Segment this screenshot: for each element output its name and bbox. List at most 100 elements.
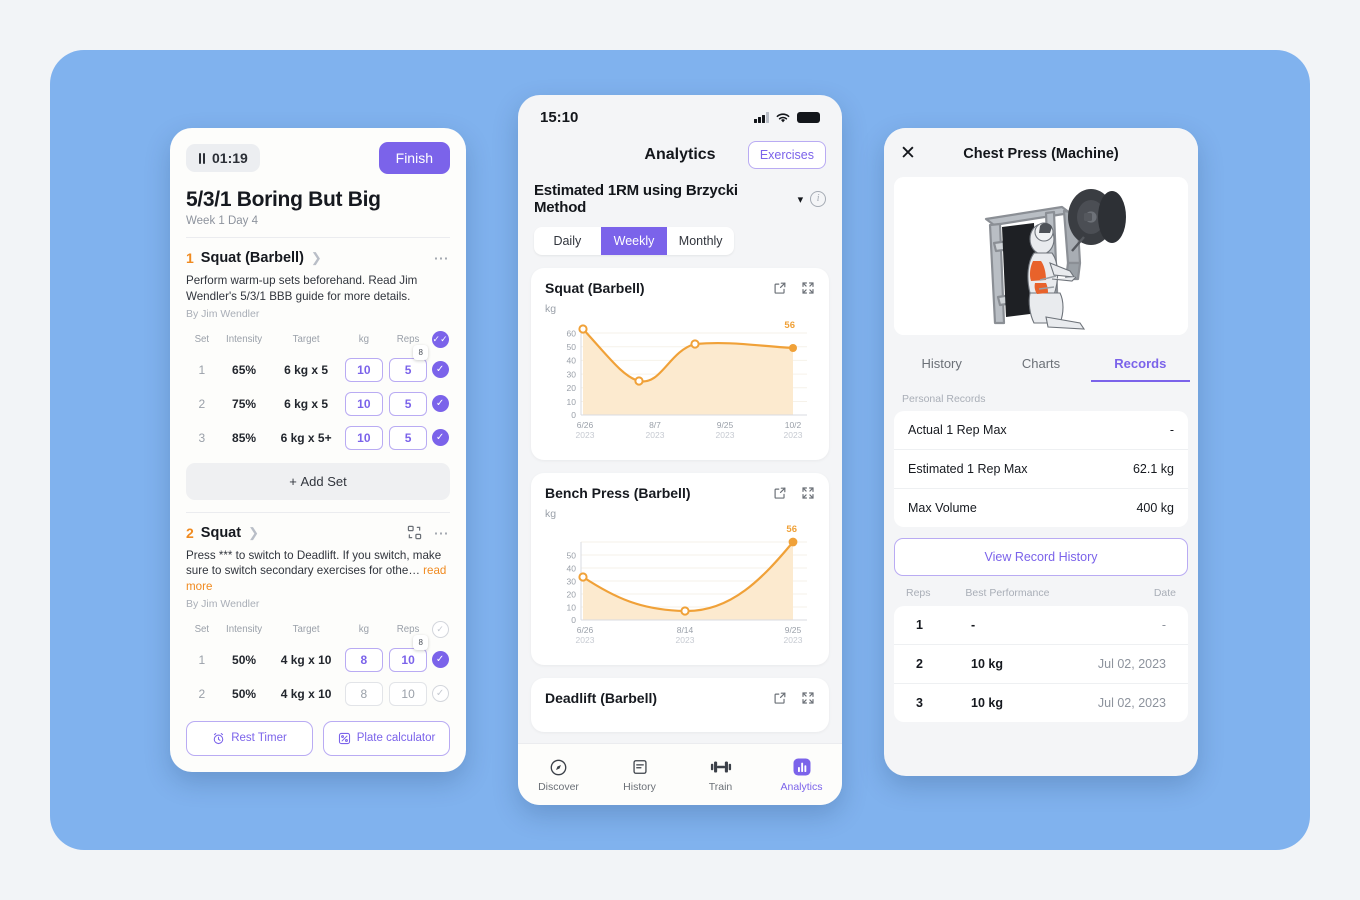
table-row: 1 65% 6 kg x 5 10 5 8 ✓ — [186, 344, 450, 387]
set-kg-cell[interactable]: 8 — [342, 677, 386, 711]
view-record-history-button[interactable]: View Record History — [894, 538, 1188, 576]
detail-navbar: ✕ Chest Press (Machine) — [884, 128, 1198, 177]
reps-input[interactable]: 10 — [389, 647, 428, 672]
exercise-header: 1 Squat (Barbell) ❯ ⋯ — [170, 238, 466, 267]
kg-input[interactable]: 10 — [344, 425, 383, 450]
dumbbell-icon — [680, 756, 761, 778]
set-kg-cell[interactable]: 10 — [342, 353, 386, 387]
tab-analytics[interactable]: Analytics — [761, 756, 842, 793]
superset-icon[interactable] — [407, 525, 422, 540]
reps-input[interactable]: 5 — [389, 357, 428, 382]
plate-calculator-button[interactable]: Plate calculator — [323, 720, 450, 756]
set-done-cell[interactable]: ✓ — [430, 421, 450, 455]
cell-date: Jul 02, 2023 — [1097, 696, 1166, 710]
set-complete-icon[interactable]: ✓ — [431, 651, 449, 669]
tab-records[interactable]: Records — [1090, 347, 1190, 382]
svg-text:2023: 2023 — [646, 430, 665, 440]
exercise-name[interactable]: Squat (Barbell) — [201, 250, 304, 266]
svg-text:10/2: 10/2 — [785, 420, 802, 430]
set-done-cell[interactable]: ✓ — [430, 677, 450, 711]
set-reps-cell[interactable]: 10 — [386, 677, 430, 711]
chevron-down-icon[interactable]: ▾ — [798, 193, 804, 206]
chart-card-header: Squat (Barbell) — [545, 280, 815, 296]
expand-icon[interactable] — [801, 691, 815, 705]
set-index: 1 — [198, 362, 206, 377]
set-kg-cell[interactable]: 10 — [342, 387, 386, 421]
rpe-badge: 8 — [413, 344, 429, 360]
set-index: 2 — [198, 396, 206, 411]
chart-card-deadlift: Deadlift (Barbell) — [531, 678, 829, 732]
sets-table-2: Set Intensity Target kg Reps ✓ 1 50% 4 k… — [186, 617, 450, 711]
exercise-name[interactable]: Squat — [201, 525, 241, 541]
complete-all-icon[interactable]: ✓ — [431, 620, 449, 638]
close-icon[interactable]: ✕ — [900, 142, 922, 165]
set-reps-cell[interactable]: 5 — [386, 421, 430, 455]
wifi-icon — [776, 113, 790, 122]
rest-timer-button[interactable]: Rest Timer — [186, 720, 313, 756]
exercises-button[interactable]: Exercises — [747, 141, 826, 169]
kg-input[interactable]: 8 — [344, 681, 383, 706]
metric-title[interactable]: Estimated 1RM using Brzycki Method — [534, 182, 791, 216]
tab-charts[interactable]: Charts — [991, 347, 1090, 382]
svg-text:50: 50 — [567, 551, 577, 561]
set-complete-icon[interactable]: ✓ — [431, 395, 449, 413]
col-complete-all[interactable]: ✓✓ — [430, 327, 450, 353]
set-target: 4 kg x 10 — [280, 652, 332, 667]
segment-daily[interactable]: Daily — [534, 227, 601, 255]
exercise-description: Press *** to switch to Deadlift. If you … — [170, 542, 466, 595]
info-icon[interactable]: i — [810, 191, 826, 207]
workout-timer-chip[interactable]: 01:19 — [186, 144, 260, 172]
kg-input[interactable]: 8 — [344, 647, 383, 672]
share-icon[interactable] — [773, 281, 787, 295]
expand-icon[interactable] — [801, 486, 815, 500]
table-row: 3 10 kg Jul 02, 2023 — [894, 683, 1188, 722]
exercise-author: By Jim Wendler — [186, 597, 260, 610]
share-icon[interactable] — [773, 486, 787, 500]
set-complete-icon[interactable]: ✓ — [431, 361, 449, 379]
set-intensity: 50% — [232, 686, 257, 701]
exercise-number: 2 — [186, 524, 194, 541]
set-intensity: 50% — [232, 652, 257, 667]
exercise-description-text: Perform warm-up sets beforehand. Read Ji… — [186, 274, 418, 303]
finish-button[interactable]: Finish — [378, 142, 450, 174]
reps-input[interactable]: 5 — [389, 425, 428, 450]
status-time: 15:10 — [540, 109, 579, 126]
reps-input[interactable]: 10 — [389, 681, 428, 706]
set-done-cell[interactable]: ✓ — [430, 643, 450, 677]
pause-icon — [198, 152, 206, 164]
record-label: Estimated 1 Rep Max — [908, 462, 1028, 476]
expand-icon[interactable] — [801, 281, 815, 295]
cell-date: Jul 02, 2023 — [1097, 657, 1166, 671]
svg-text:9/25: 9/25 — [717, 420, 734, 430]
share-icon[interactable] — [773, 691, 787, 705]
add-set-label: Add Set — [300, 473, 347, 489]
tab-history[interactable]: History — [892, 347, 991, 382]
set-kg-cell[interactable]: 8 — [342, 643, 386, 677]
period-segmented-control[interactable]: Daily Weekly Monthly — [534, 227, 734, 255]
tab-discover[interactable]: Discover — [518, 756, 599, 793]
complete-all-icon[interactable]: ✓✓ — [431, 330, 449, 348]
segment-monthly[interactable]: Monthly — [667, 227, 734, 255]
status-icons — [754, 111, 820, 124]
tab-history[interactable]: History — [599, 756, 680, 793]
screenshot-stage: 01:19 Finish 5/3/1 Boring But Big Week 1… — [0, 0, 1360, 900]
set-target: 6 kg x 5 — [284, 362, 329, 377]
exercise-more-button[interactable]: ⋯ — [434, 524, 451, 542]
kg-input[interactable]: 10 — [344, 391, 383, 416]
set-complete-icon[interactable]: ✓ — [431, 429, 449, 447]
col-complete-all[interactable]: ✓ — [430, 617, 450, 643]
exercise-more-button[interactable]: ⋯ — [434, 249, 451, 267]
svg-text:30: 30 — [567, 577, 577, 587]
set-done-cell[interactable]: ✓ — [430, 387, 450, 421]
kg-input[interactable]: 10 — [344, 357, 383, 382]
tab-train[interactable]: Train — [680, 756, 761, 793]
set-kg-cell[interactable]: 10 — [342, 421, 386, 455]
set-reps-cell[interactable]: 5 — [386, 387, 430, 421]
set-complete-icon[interactable]: ✓ — [431, 685, 449, 703]
set-reps-cell[interactable]: 5 8 — [386, 344, 430, 387]
segment-weekly[interactable]: Weekly — [600, 227, 668, 255]
set-done-cell[interactable]: ✓ — [430, 353, 450, 387]
reps-input[interactable]: 5 — [389, 391, 428, 416]
set-reps-cell[interactable]: 10 8 — [386, 634, 430, 677]
add-set-button[interactable]: + Add Set — [186, 462, 450, 500]
